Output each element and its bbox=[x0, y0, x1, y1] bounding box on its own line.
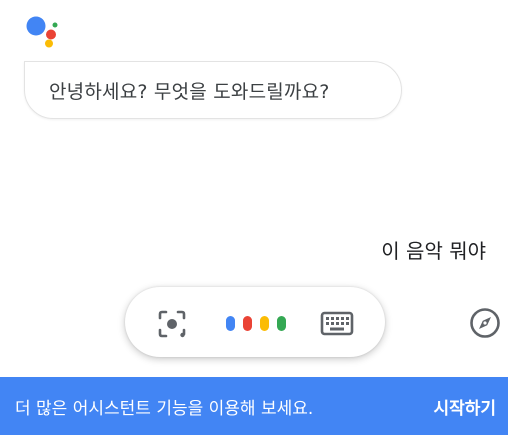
keyboard-icon[interactable] bbox=[320, 310, 354, 338]
mic-dot-green bbox=[277, 316, 286, 331]
get-started-button[interactable]: 시작하기 bbox=[433, 394, 496, 419]
assistant-logo-icon bbox=[26, 16, 58, 48]
mic-dot-red bbox=[243, 316, 252, 331]
banner-text: 더 많은 어시스턴트 기능을 이용해 보세요. bbox=[15, 398, 314, 419]
promo-banner: 더 많은 어시스턴트 기능을 이용해 보세요. 시작하기 bbox=[0, 377, 508, 435]
lens-icon[interactable] bbox=[157, 309, 187, 339]
assistant-greeting-bubble: 안녕하세요? 무엇을 도와드릴까요? bbox=[24, 61, 402, 119]
mic-dot-blue bbox=[226, 316, 235, 331]
greeting-text: 안녕하세요? 무엇을 도와드릴까요? bbox=[49, 80, 330, 103]
assistant-mic-button[interactable] bbox=[226, 316, 286, 332]
user-query-text: 이 음악 뭐야 bbox=[381, 239, 486, 263]
mic-dot-yellow bbox=[260, 316, 269, 331]
compass-icon[interactable] bbox=[469, 307, 501, 339]
input-bar bbox=[125, 287, 385, 357]
